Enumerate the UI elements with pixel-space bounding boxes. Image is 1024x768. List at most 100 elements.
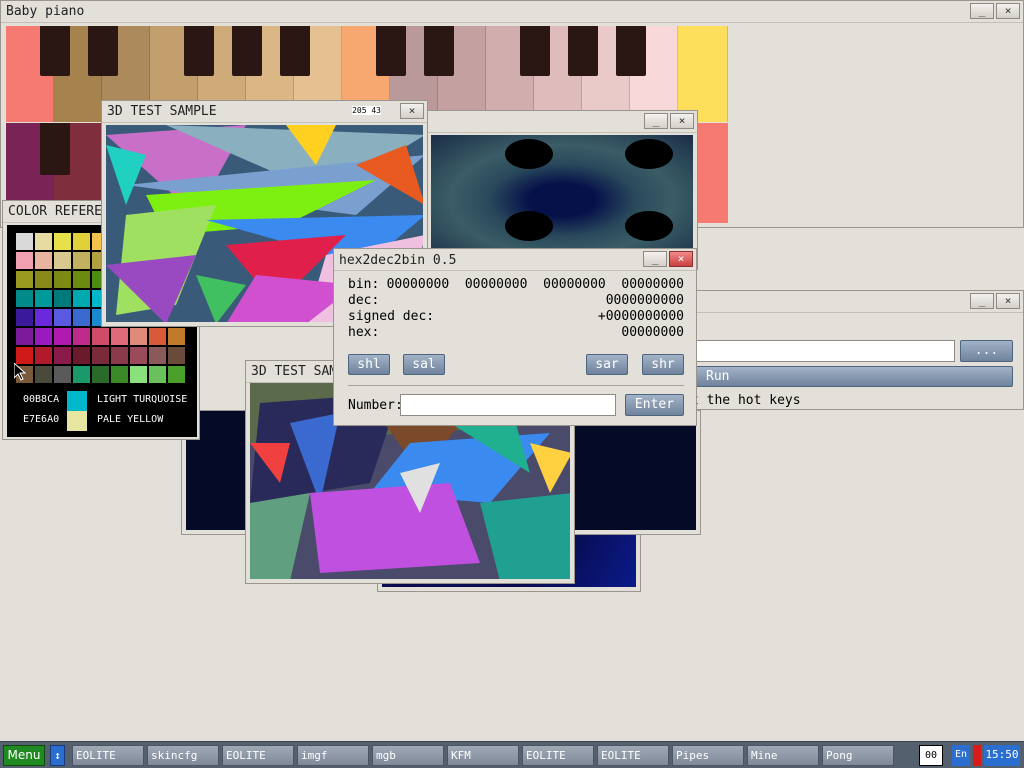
- color-swatch[interactable]: [149, 347, 166, 364]
- color-swatch[interactable]: [35, 347, 52, 364]
- language-indicator[interactable]: En: [952, 745, 970, 766]
- taskbar-item[interactable]: mgb: [372, 745, 444, 766]
- color-swatch[interactable]: [35, 233, 52, 250]
- close-button[interactable]: ×: [670, 113, 694, 129]
- window-switch-button[interactable]: ↕: [50, 745, 65, 766]
- piano-key-black[interactable]: [520, 26, 550, 76]
- color-swatch[interactable]: [35, 252, 52, 269]
- color-swatch[interactable]: [73, 290, 90, 307]
- color-swatch[interactable]: [54, 347, 71, 364]
- close-button[interactable]: ×: [669, 251, 693, 267]
- color-swatch[interactable]: [92, 347, 109, 364]
- color-swatch[interactable]: [54, 328, 71, 345]
- hex2dec-titlebar[interactable]: hex2dec2bin 0.5 _ ×: [334, 249, 696, 271]
- color-swatch[interactable]: [54, 252, 71, 269]
- color-swatch[interactable]: [149, 366, 166, 383]
- sar-button[interactable]: sar: [586, 354, 628, 375]
- color-swatch[interactable]: [54, 290, 71, 307]
- color-swatch[interactable]: [35, 290, 52, 307]
- taskbar-item[interactable]: EOLITE: [597, 745, 669, 766]
- tunnel-canvas: [431, 135, 693, 265]
- taskbar-item[interactable]: Mine: [747, 745, 819, 766]
- piano-key-black[interactable]: [232, 26, 262, 76]
- piano-key-black[interactable]: [40, 123, 70, 175]
- color-swatch[interactable]: [54, 309, 71, 326]
- color-swatch[interactable]: [168, 328, 185, 345]
- desktop-counter[interactable]: 00: [919, 745, 943, 766]
- piano-key-black[interactable]: [184, 26, 214, 76]
- menu-button[interactable]: Menu: [3, 745, 45, 766]
- test3d-a-titlebar[interactable]: 3D TEST SAMPLE 205 43 ×: [102, 101, 427, 123]
- tunnel-titlebar[interactable]: _ ×: [427, 111, 697, 133]
- close-button[interactable]: ×: [996, 293, 1020, 309]
- color-swatch[interactable]: [73, 309, 90, 326]
- piano-key-black[interactable]: [424, 26, 454, 76]
- clock[interactable]: 15:50: [984, 745, 1020, 766]
- color-swatch[interactable]: [130, 347, 147, 364]
- color-swatch[interactable]: [35, 328, 52, 345]
- enter-button[interactable]: Enter: [625, 394, 684, 416]
- color-swatch[interactable]: [35, 271, 52, 288]
- color-swatch[interactable]: [16, 252, 33, 269]
- piano-key[interactable]: [678, 26, 728, 122]
- shl-button[interactable]: shl: [348, 354, 390, 375]
- color-swatch[interactable]: [111, 366, 128, 383]
- piano-key-black[interactable]: [616, 26, 646, 76]
- piano-key-black[interactable]: [88, 26, 118, 76]
- sal-button[interactable]: sal: [403, 354, 445, 375]
- run-path-input[interactable]: [691, 340, 955, 362]
- browse-button[interactable]: ...: [960, 340, 1013, 362]
- color-swatch[interactable]: [16, 290, 33, 307]
- color-swatch[interactable]: [130, 366, 147, 383]
- color-swatch[interactable]: [168, 347, 185, 364]
- taskbar-item[interactable]: imgf: [297, 745, 369, 766]
- shr-button[interactable]: shr: [642, 354, 684, 375]
- color-swatch[interactable]: [73, 233, 90, 250]
- color-swatch[interactable]: [111, 328, 128, 345]
- minimize-button[interactable]: _: [644, 113, 668, 129]
- color-swatch[interactable]: [35, 366, 52, 383]
- color-swatch[interactable]: [35, 309, 52, 326]
- color-swatch[interactable]: [92, 366, 109, 383]
- minimize-button[interactable]: _: [970, 293, 994, 309]
- color-swatch[interactable]: [16, 271, 33, 288]
- bin-row: bin: 00000000 00000000 00000000 00000000: [348, 277, 684, 293]
- color-swatch[interactable]: [130, 328, 147, 345]
- piano-key-black[interactable]: [376, 26, 406, 76]
- run-button[interactable]: Run: [691, 366, 1013, 387]
- taskbar-item[interactable]: skincfg: [147, 745, 219, 766]
- piano-key-black[interactable]: [280, 26, 310, 76]
- piano-titlebar[interactable]: Baby piano _ ×: [1, 1, 1023, 23]
- color-swatch[interactable]: [168, 366, 185, 383]
- color-swatch[interactable]: [73, 328, 90, 345]
- piano-key-black[interactable]: [40, 26, 70, 76]
- color-swatch[interactable]: [54, 271, 71, 288]
- color-swatch[interactable]: [16, 328, 33, 345]
- color-swatch[interactable]: [54, 233, 71, 250]
- number-label: Number:: [348, 398, 403, 413]
- taskbar-item[interactable]: KFM: [447, 745, 519, 766]
- color-swatch[interactable]: [92, 328, 109, 345]
- color-swatch[interactable]: [54, 366, 71, 383]
- minimize-button[interactable]: _: [970, 3, 994, 19]
- taskbar-item[interactable]: EOLITE: [72, 745, 144, 766]
- taskbar-item[interactable]: EOLITE: [222, 745, 294, 766]
- color-swatch[interactable]: [16, 309, 33, 326]
- piano-key-black[interactable]: [568, 26, 598, 76]
- color-swatch[interactable]: [16, 233, 33, 250]
- minimize-button[interactable]: _: [643, 251, 667, 267]
- close-button[interactable]: ×: [996, 3, 1020, 19]
- color-swatch[interactable]: [111, 347, 128, 364]
- taskbar-item[interactable]: Pipes: [672, 745, 744, 766]
- color-swatch[interactable]: [73, 252, 90, 269]
- color-swatch[interactable]: [73, 366, 90, 383]
- color-swatch[interactable]: [149, 328, 166, 345]
- tunnel-blob: [625, 139, 673, 169]
- taskbar-item[interactable]: Pong: [822, 745, 894, 766]
- color-swatch[interactable]: [16, 347, 33, 364]
- color-swatch[interactable]: [73, 347, 90, 364]
- color-swatch[interactable]: [73, 271, 90, 288]
- number-input[interactable]: [400, 394, 616, 416]
- close-button[interactable]: ×: [400, 103, 424, 119]
- taskbar-item[interactable]: EOLITE: [522, 745, 594, 766]
